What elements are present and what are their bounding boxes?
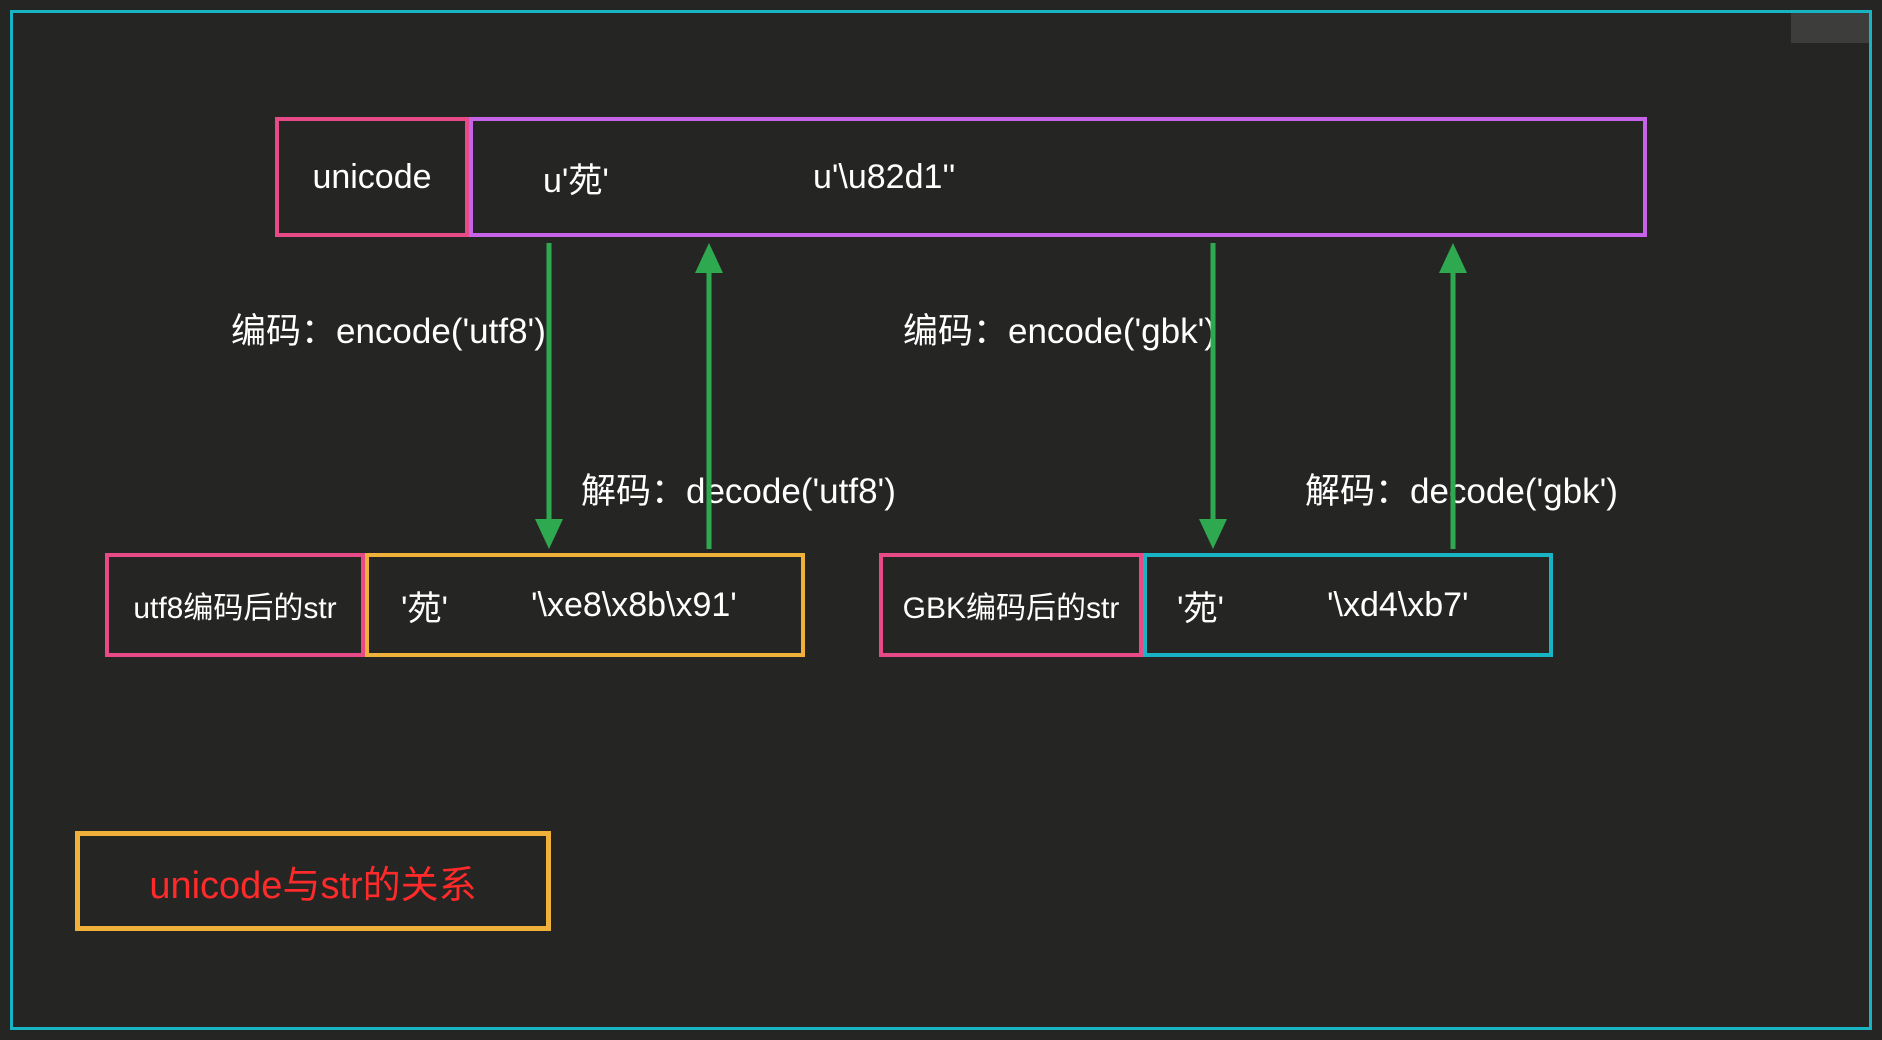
diagram-canvas: unicode u'苑' u'\u82d1'' 编码：encode('utf8'…: [10, 10, 1872, 1030]
decode-utf8-label: 解码：decode('utf8'): [581, 463, 896, 514]
decode-gbk-label: 解码：decode('gbk'): [1305, 463, 1618, 514]
unicode-literal-escape: u'\u82d1'': [813, 158, 955, 197]
utf8-literal-char: '苑': [401, 581, 531, 630]
gbk-literal-bytes: '\xd4\xb7': [1327, 586, 1469, 625]
corner-tab: [1791, 13, 1869, 43]
unicode-type-label: unicode: [312, 158, 431, 197]
utf8-value-box: '苑' '\xe8\x8b\x91': [365, 553, 805, 657]
utf8-type-label: utf8编码后的str: [133, 583, 336, 627]
utf8-literal-bytes: '\xe8\x8b\x91': [531, 586, 737, 625]
unicode-value-box: u'苑' u'\u82d1'': [469, 117, 1647, 237]
diagram-title-box: unicode与str的关系: [75, 831, 551, 931]
utf8-type-box: utf8编码后的str: [105, 553, 365, 657]
arrow-encode-utf8-icon: [535, 243, 563, 549]
diagram-title: unicode与str的关系: [149, 854, 476, 909]
gbk-type-label: GBK编码后的str: [903, 583, 1120, 627]
gbk-type-box: GBK编码后的str: [879, 553, 1143, 657]
unicode-type-box: unicode: [275, 117, 469, 237]
gbk-value-box: '苑' '\xd4\xb7': [1143, 553, 1553, 657]
arrow-encode-gbk-icon: [1199, 243, 1227, 549]
unicode-literal-char: u'苑': [543, 153, 813, 202]
encode-gbk-label: 编码：encode('gbk'): [903, 303, 1216, 354]
gbk-literal-char: '苑': [1177, 581, 1327, 630]
encode-utf8-label: 编码：encode('utf8'): [231, 303, 546, 354]
